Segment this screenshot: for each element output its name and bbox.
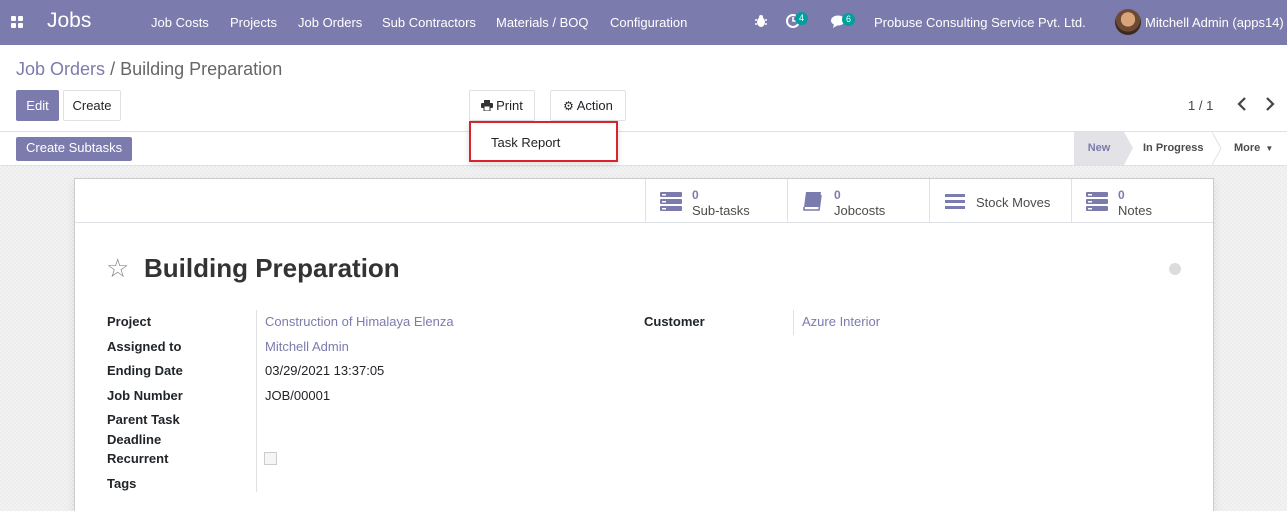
breadcrumb-current: Building Preparation: [120, 59, 283, 79]
stage-in-progress[interactable]: In Progress: [1143, 132, 1204, 165]
tasks-list-icon: [660, 192, 682, 211]
stage-more[interactable]: More ▼: [1234, 132, 1273, 165]
caret-down-icon: ▼: [1265, 144, 1274, 153]
ending-date-label: Ending Date: [107, 363, 183, 378]
create-button[interactable]: Create: [63, 90, 121, 121]
pager-previous-icon[interactable]: [1237, 97, 1247, 116]
app-brand[interactable]: Jobs: [47, 9, 91, 33]
action-button[interactable]: ⚙ Action: [550, 90, 626, 121]
parent-task-label: Parent Task: [107, 412, 180, 427]
job-number-field[interactable]: JOB/00001: [265, 388, 330, 403]
stage-arrow-new: [1124, 132, 1133, 165]
print-label: Print: [496, 98, 523, 113]
messages-chat-icon[interactable]: 6: [831, 13, 859, 31]
subtasks-count: 0: [692, 188, 699, 202]
record-title: Building Preparation: [144, 253, 400, 283]
stage-more-label: More: [1234, 142, 1261, 154]
tags-label: Tags: [107, 476, 137, 491]
printer-icon: [481, 100, 494, 112]
pager-next-icon[interactable]: [1265, 97, 1275, 116]
project-label: Project: [107, 314, 152, 329]
menu-configuration[interactable]: Configuration: [610, 15, 687, 30]
activity-count-badge: 4: [795, 12, 809, 25]
breadcrumb-job-orders[interactable]: Job Orders: [16, 59, 105, 79]
notes-label: Notes: [1118, 203, 1152, 218]
form-sheet: 0 Sub-tasks 0 Jobcosts Stock Moves 0 Not…: [74, 178, 1214, 511]
stage-new[interactable]: New: [1074, 132, 1124, 165]
project-field[interactable]: Construction of Himalaya Elenza: [265, 314, 454, 329]
action-label: Action: [576, 98, 613, 113]
field-label-divider: [256, 310, 257, 492]
notes-count: 0: [1118, 188, 1125, 202]
stock-moves-label: Stock Moves: [976, 195, 1051, 210]
recurrent-checkbox[interactable]: [264, 452, 277, 465]
user-menu[interactable]: Mitchell Admin (apps14): [1145, 15, 1284, 30]
breadcrumb: Job Orders / Building Preparation: [16, 59, 282, 80]
recurrent-label: Recurrent: [107, 451, 169, 466]
bars-icon: [945, 194, 965, 209]
stock-moves-smart-button[interactable]: Stock Moves: [929, 179, 1071, 223]
stage-separator: [1211, 131, 1222, 168]
status-bar: Create Subtasks New In Progress More ▼: [0, 131, 1287, 168]
kanban-state-dot[interactable]: [1169, 263, 1181, 275]
menu-materials-boq[interactable]: Materials / BOQ: [496, 15, 588, 30]
message-count-badge: 6: [842, 13, 856, 26]
task-report-menu-item[interactable]: Task Report: [491, 135, 560, 150]
breadcrumb-separator: /: [110, 59, 116, 79]
menu-projects[interactable]: Projects: [230, 15, 277, 30]
assigned-to-field[interactable]: Mitchell Admin: [265, 339, 349, 354]
assigned-to-label: Assigned to: [107, 339, 182, 354]
print-dropdown-menu: Task Report: [469, 121, 618, 162]
debug-bug-icon[interactable]: [754, 14, 768, 31]
apps-grid-icon[interactable]: [11, 16, 23, 28]
subtasks-smart-button[interactable]: 0 Sub-tasks: [645, 179, 787, 223]
jobcosts-label: Jobcosts: [834, 203, 886, 218]
ending-date-field[interactable]: 03/29/2021 13:37:05: [265, 363, 384, 378]
top-navbar: Jobs Job Costs Projects Job Orders Sub C…: [0, 0, 1287, 45]
favorite-star-icon[interactable]: ☆: [106, 253, 129, 284]
activity-clock-icon[interactable]: 4: [786, 12, 814, 30]
menu-job-orders[interactable]: Job Orders: [298, 15, 362, 30]
pager-value[interactable]: 1 / 1: [1188, 98, 1213, 113]
gear-icon: ⚙: [563, 99, 574, 113]
job-number-label: Job Number: [107, 388, 183, 403]
jobcosts-count: 0: [834, 188, 841, 202]
notes-list-icon: [1086, 192, 1108, 211]
edit-button[interactable]: Edit: [16, 90, 59, 121]
jobcosts-smart-button[interactable]: 0 Jobcosts: [787, 179, 929, 223]
company-switcher[interactable]: Probuse Consulting Service Pvt. Ltd.: [874, 15, 1086, 30]
deadline-label: Deadline: [107, 432, 162, 447]
menu-job-costs[interactable]: Job Costs: [151, 15, 209, 30]
user-avatar[interactable]: [1115, 9, 1141, 35]
subtasks-label: Sub-tasks: [692, 203, 750, 218]
menu-sub-contractors[interactable]: Sub Contractors: [382, 15, 476, 30]
customer-field[interactable]: Azure Interior: [802, 314, 880, 329]
customer-label: Customer: [644, 314, 705, 329]
create-subtasks-button[interactable]: Create Subtasks: [16, 137, 133, 161]
notes-smart-button[interactable]: 0 Notes: [1071, 179, 1213, 223]
print-button[interactable]: Print: [469, 90, 535, 121]
customer-divider: [793, 310, 794, 335]
book-icon: [803, 192, 822, 211]
smart-button-box: 0 Sub-tasks 0 Jobcosts Stock Moves 0 Not…: [75, 179, 1213, 223]
